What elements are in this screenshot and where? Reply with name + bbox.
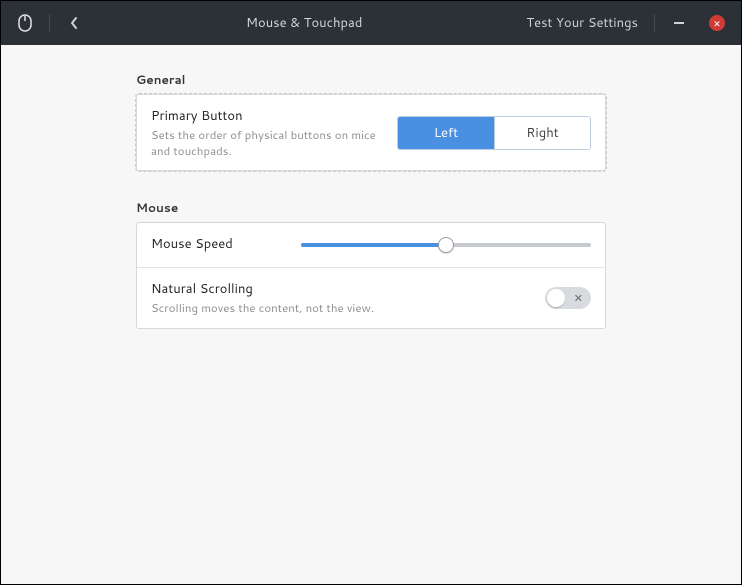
natural-scrolling-description: Scrolling moves the content, not the vie… [151, 300, 529, 316]
primary-button-title: Primary Button [151, 107, 381, 125]
toggle-off-icon: ✕ [574, 290, 583, 306]
natural-scrolling-title: Natural Scrolling [151, 280, 529, 298]
back-button[interactable] [60, 9, 88, 37]
mouse-speed-title: Mouse Speed [151, 235, 285, 253]
row-mouse-speed: Mouse Speed [137, 223, 605, 267]
slider-fill [301, 243, 446, 247]
card-general: Primary Button Sets the order of physica… [136, 94, 606, 171]
row-primary-button: Primary Button Sets the order of physica… [137, 95, 605, 170]
section-heading-mouse: Mouse [136, 199, 606, 216]
row-text: Natural Scrolling Scrolling moves the co… [151, 280, 529, 316]
row-text: Mouse Speed [151, 235, 285, 255]
row-text: Primary Button Sets the order of physica… [151, 107, 381, 158]
card-mouse: Mouse Speed Natural Scrolling Scrolling … [136, 222, 606, 329]
toggle-knob [547, 289, 565, 307]
window-title: Mouse & Touchpad [88, 14, 520, 32]
slider-thumb[interactable] [438, 237, 454, 253]
natural-scrolling-toggle[interactable]: ✕ [545, 287, 591, 309]
divider [654, 14, 655, 32]
section-general: General Primary Button Sets the order of… [136, 71, 606, 171]
minimize-icon [674, 22, 684, 24]
close-button[interactable] [703, 9, 731, 37]
test-settings-button[interactable]: Test Your Settings [520, 9, 644, 37]
content-area: General Primary Button Sets the order of… [1, 45, 741, 383]
close-icon [709, 15, 725, 31]
minimize-button[interactable] [665, 9, 693, 37]
mouse-speed-slider[interactable] [301, 236, 591, 254]
divider [49, 14, 50, 32]
titlebar: Mouse & Touchpad Test Your Settings [1, 1, 741, 45]
primary-button-right[interactable]: Right [494, 117, 590, 149]
section-mouse: Mouse Mouse Speed Natural Scrolling Scro… [136, 199, 606, 329]
mouse-icon [11, 12, 39, 34]
primary-button-left[interactable]: Left [398, 117, 494, 149]
primary-button-description: Sets the order of physical buttons on mi… [151, 127, 381, 158]
section-heading-general: General [136, 71, 606, 88]
chevron-left-icon [69, 16, 79, 30]
row-natural-scrolling: Natural Scrolling Scrolling moves the co… [137, 267, 605, 328]
primary-button-selector: Left Right [397, 116, 591, 150]
